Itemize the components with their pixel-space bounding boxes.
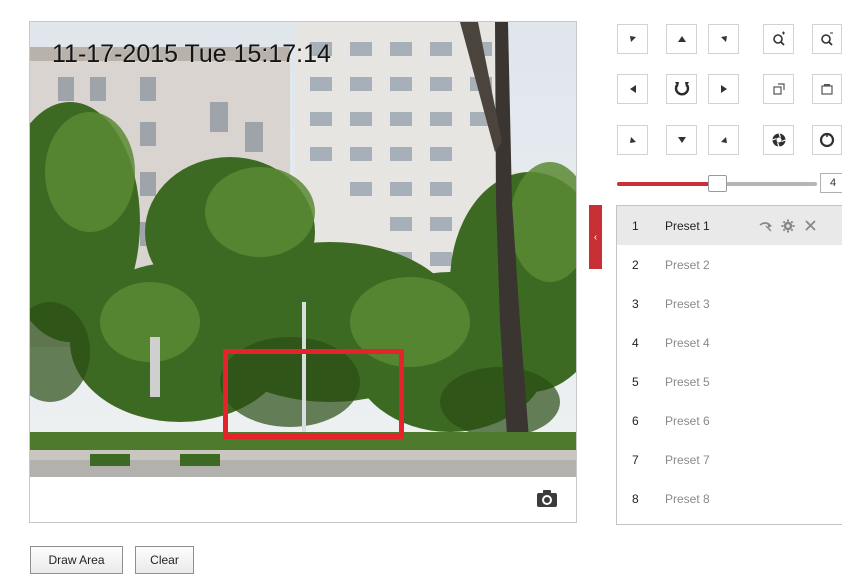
preset-name: Preset 4 [665,335,710,350]
set-preset-button[interactable] [777,216,799,236]
ptz-down-left-button[interactable] [617,125,648,155]
clear-button[interactable]: Clear [135,546,194,574]
preset-name: Preset 5 [665,374,710,389]
iris-close-button[interactable] [812,125,842,155]
preset-name: Preset 7 [665,452,710,467]
video-stream[interactable]: 11-17-2015 Tue 15:17:14 [30,22,576,477]
preset-name: Preset 8 [665,491,710,506]
zoom-in-icon [772,31,785,46]
preset-number: 4 [632,335,639,350]
preset-number: 1 [632,218,639,233]
arrow-up-right-icon [720,36,727,42]
ptz-up-left-button[interactable] [617,24,648,54]
delete-preset-button[interactable] [799,216,821,236]
preset-number: 7 [632,452,639,467]
slider-thumb[interactable] [708,175,727,192]
gear-icon [781,219,795,232]
ptz-right-button[interactable] [708,74,739,104]
preset-number: 5 [632,374,639,389]
zoom-out-icon [821,32,833,46]
preset-row[interactable]: 8 Preset 8 [617,479,842,518]
iris-open-icon [771,133,786,147]
preset-number: 8 [632,491,639,506]
arrow-down-left-icon [629,137,636,143]
camera-icon [537,490,557,507]
focus-far-icon [821,84,833,95]
arrow-down-icon [677,137,686,143]
arrow-up-icon [677,36,686,42]
arrow-down-right-icon [720,137,727,143]
preset-name: Preset 1 [665,218,710,233]
ptz-up-button[interactable] [666,24,697,54]
osd-timestamp: 11-17-2015 Tue 15:17:14 [52,40,331,68]
preset-list: 1 Preset 1 2 Preset 2 3 Preset 3 4 Prese… [616,205,842,525]
focus-near-button[interactable] [763,74,794,104]
collapse-panel-button[interactable]: ‹ [589,205,602,269]
preset-name: Preset 3 [665,296,710,311]
zoom-out-button[interactable] [812,24,842,54]
detection-area-rectangle[interactable] [223,349,404,439]
iris-open-button[interactable] [763,125,794,155]
speed-value: 4 [820,173,842,193]
preset-number: 2 [632,257,639,272]
draw-area-button[interactable]: Draw Area [30,546,123,574]
ptz-down-right-button[interactable] [708,125,739,155]
ptz-down-button[interactable] [666,125,697,155]
preset-number: 6 [632,413,639,428]
auto-pan-icon [674,82,689,96]
live-view-panel: 11-17-2015 Tue 15:17:14 [29,21,577,523]
slider-fill [617,182,718,186]
preset-row[interactable]: 2 Preset 2 [617,245,842,284]
auto-pan-button[interactable] [666,74,697,104]
ptz-left-button[interactable] [617,74,648,104]
snapshot-button[interactable] [536,489,558,508]
iris-close-icon [819,132,835,148]
arrow-left-icon [629,85,636,93]
close-icon [804,220,816,231]
preset-name: Preset 6 [665,413,710,428]
focus-near-icon [772,83,785,95]
call-preset-icon [759,221,772,231]
preset-number: 3 [632,296,639,311]
preset-row[interactable]: 6 Preset 6 [617,401,842,440]
preset-row[interactable]: 7 Preset 7 [617,440,842,479]
preset-row[interactable]: 5 Preset 5 [617,362,842,401]
ptz-config-page: 11-17-2015 Tue 15:17:14 Draw Area Clear [0,0,842,577]
arrow-right-icon [720,85,727,93]
preset-actions [755,206,821,245]
call-preset-button[interactable] [755,216,777,236]
preset-name: Preset 2 [665,257,710,272]
zoom-in-button[interactable] [763,24,794,54]
ptz-control-panel [614,21,842,161]
ptz-speed-slider[interactable] [617,173,817,195]
focus-far-button[interactable] [812,74,842,104]
preset-row[interactable]: 3 Preset 3 [617,284,842,323]
preset-row[interactable]: 1 Preset 1 [617,206,842,245]
preset-row[interactable]: 4 Preset 4 [617,323,842,362]
arrow-up-left-icon [629,36,636,42]
ptz-up-right-button[interactable] [708,24,739,54]
